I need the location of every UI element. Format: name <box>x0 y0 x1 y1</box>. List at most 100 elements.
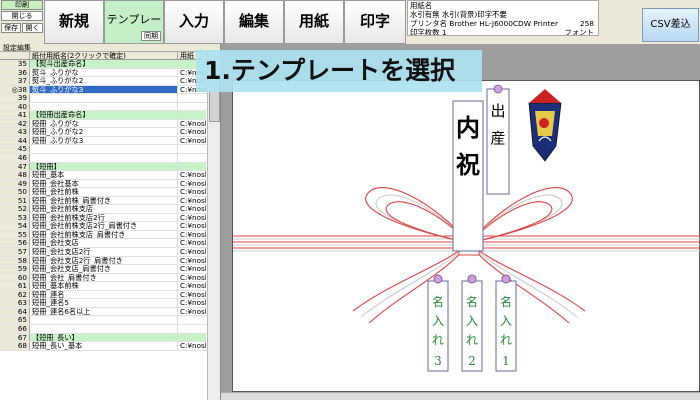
table-row[interactable]: 60短冊_会社_肩書付きC:¥nosl20 <box>0 273 220 283</box>
row-template-name[interactable]: 短冊_会社前株_肩書付き <box>30 196 178 205</box>
row-template-name[interactable]: 熨斗_ふりがな3 <box>30 85 178 94</box>
csv-merge-button[interactable]: CSV差込 <box>642 8 699 42</box>
mini-print-button[interactable]: 印刷 <box>1 0 43 10</box>
row-template-name[interactable] <box>30 316 178 324</box>
row-template-name[interactable]: 【短冊出産命名】 <box>30 111 178 119</box>
row-template-name[interactable]: 短冊_基本 <box>30 171 178 179</box>
horizontal-scrollbar[interactable] <box>221 392 700 400</box>
table-row[interactable]: 56短冊_会社支店C:¥nosl20 <box>0 239 220 249</box>
row-template-name[interactable]: 短冊_会社前株支店2行_肩書付き <box>30 222 178 230</box>
row-template-name[interactable] <box>30 102 178 111</box>
table-row[interactable]: 55短冊_会社前株支店_肩書付きC:¥nosl20 <box>0 230 220 240</box>
table-row[interactable]: 45 <box>0 145 220 155</box>
table-row[interactable]: 58短冊_会社支店2行_肩書付きC:¥nosl20 <box>0 256 220 266</box>
table-row[interactable]: 67 【短冊_長い】 <box>0 333 220 343</box>
row-template-name[interactable]: 短冊_基本前株 <box>30 282 178 290</box>
template-button[interactable]: テンプレート 同期 <box>104 0 164 64</box>
print-button[interactable]: 印字 <box>344 0 406 44</box>
name-tags: 名入れ 3 名入れ 2 名入れ 1 <box>427 274 517 372</box>
row-number: 62 <box>0 290 30 299</box>
row-template-name[interactable] <box>30 154 178 162</box>
row-template-name[interactable]: 【短冊_長い】 <box>30 333 178 342</box>
new-button[interactable]: 新規 <box>44 0 104 44</box>
row-number: 35 <box>0 59 30 68</box>
row-template-name[interactable]: 短冊_会社支店2行 <box>30 248 178 256</box>
table-row[interactable]: 37熨斗_ふりがな2C:¥nosl20 <box>0 77 220 86</box>
table-row[interactable]: 51短冊_会社前株_肩書付きC:¥nosl20 <box>0 196 220 206</box>
row-template-name[interactable] <box>30 324 178 333</box>
row-template-name[interactable]: 短冊_ふりがな2 <box>30 128 178 136</box>
row-template-name[interactable]: 短冊_会社支店 <box>30 239 178 248</box>
row-template-name[interactable]: 短冊_ふりがな3 <box>30 136 178 145</box>
row-template-name[interactable]: 短冊_会社基本 <box>30 179 178 188</box>
row-template-name[interactable] <box>30 94 178 102</box>
table-row[interactable]: 57短冊_会社支店2行C:¥nosl20 <box>0 247 220 257</box>
row-template-name[interactable]: 短冊_連名6名以上 <box>30 307 178 316</box>
grid-header-name[interactable]: 紙付用紙名(2クリックで確定) <box>30 52 178 59</box>
save-button[interactable]: 保存 <box>1 23 21 33</box>
table-row[interactable]: 62短冊_連名C:¥nosl20 <box>0 290 220 300</box>
table-row[interactable]: 41 【短冊出産命名】 <box>0 111 220 120</box>
table-row[interactable]: ◎38熨斗_ふりがな3C:¥nosl20 <box>0 85 220 95</box>
table-row[interactable]: 48短冊_基本C:¥nosl20 <box>0 171 220 180</box>
table-row[interactable]: 59短冊_会社支店_肩書付きC:¥nosl20 <box>0 265 220 274</box>
row-template-name[interactable]: 短冊_会社支店2行_肩書付き <box>30 256 178 265</box>
table-row[interactable]: 47 【短冊】 <box>0 162 220 172</box>
name-tag-pin-icon <box>467 274 477 284</box>
row-template-name[interactable]: 熨斗_ふりがな <box>30 68 178 77</box>
paper-button[interactable]: 用紙 <box>284 0 344 44</box>
table-row[interactable]: 63短冊_連名5C:¥nosl20 <box>0 299 220 308</box>
settings-edit-tab[interactable]: 設定編集 <box>0 44 220 52</box>
row-template-name[interactable]: 短冊_長い_基本 <box>30 342 178 350</box>
table-row[interactable]: 53短冊_会社前株支店2行C:¥nosl20 <box>0 213 220 223</box>
row-template-name[interactable]: 【短冊】 <box>30 162 178 171</box>
row-template-name[interactable]: 熨斗_ふりがな2 <box>30 77 178 85</box>
open-button[interactable]: 開く <box>22 23 43 33</box>
table-row[interactable]: 49短冊_会社基本C:¥nosl20 <box>0 179 220 189</box>
mizuhiki-line: 水引有無 水引(背景)印字不要 <box>410 10 507 19</box>
table-row[interactable]: 44短冊_ふりがな3C:¥nosl20 <box>0 136 220 146</box>
input-button[interactable]: 入力 <box>164 0 224 44</box>
table-row[interactable]: 46 <box>0 153 220 163</box>
name-tag-number: 2 <box>468 354 476 368</box>
row-number: 36 <box>0 68 30 77</box>
vertical-scrollbar[interactable] <box>207 60 220 400</box>
close-button[interactable]: 開じる <box>1 11 43 21</box>
row-template-name[interactable]: 短冊_会社前株支店2行 <box>30 213 178 222</box>
table-row[interactable]: 39 <box>0 94 220 103</box>
table-row[interactable]: 66 <box>0 324 220 334</box>
row-file-path: C:¥nosl20 <box>180 299 206 307</box>
table-row[interactable]: 42短冊_ふりがなC:¥nosl20 <box>0 119 220 129</box>
row-number: 53 <box>0 213 30 222</box>
name-tag-char: れ <box>432 333 444 347</box>
row-template-name[interactable]: 短冊_連名5 <box>30 299 178 307</box>
paper-name-line: 用紙名 <box>410 1 433 10</box>
table-row[interactable]: 50短冊_会社前株C:¥nosl20 <box>0 188 220 197</box>
row-template-name[interactable]: 短冊_会社_肩書付き <box>30 273 178 282</box>
row-template-name[interactable]: 短冊_ふりがな <box>30 119 178 128</box>
table-row[interactable]: 36熨斗_ふりがなC:¥nosl20 <box>0 68 220 78</box>
edit-button[interactable]: 編集 <box>224 0 284 44</box>
sync-tag[interactable]: 同期 <box>141 31 161 41</box>
row-file-path <box>178 111 206 119</box>
table-row[interactable]: 40 <box>0 102 220 112</box>
row-file-path <box>178 94 206 102</box>
row-number: 44 <box>0 136 30 145</box>
row-template-name[interactable]: 短冊_会社前株 <box>30 188 178 196</box>
table-row[interactable]: 65 <box>0 316 220 325</box>
table-row[interactable]: 61短冊_基本前株C:¥nosl20 <box>0 282 220 291</box>
table-row[interactable]: 68短冊_長い_基本C:¥nosl20 <box>0 342 220 351</box>
table-row[interactable]: 43短冊_ふりがな2C:¥nosl20 <box>0 128 220 137</box>
table-row[interactable]: 52短冊_会社前株支店C:¥nosl20 <box>0 205 220 214</box>
table-row[interactable]: 64短冊_連名6名以上C:¥nosl20 <box>0 307 220 317</box>
row-template-name[interactable]: 短冊_会社前株支店_肩書付き <box>30 230 178 239</box>
table-row[interactable]: 35 【熨斗出産命名】 <box>0 59 220 69</box>
row-template-name[interactable]: 【熨斗出産命名】 <box>30 60 178 68</box>
row-template-name[interactable]: 短冊_会社前株支店 <box>30 205 178 213</box>
row-template-name[interactable]: 短冊_会社支店_肩書付き <box>30 265 178 273</box>
row-template-name[interactable] <box>30 145 178 154</box>
table-row[interactable]: 54短冊_会社前株支店2行_肩書付きC:¥nosl20 <box>0 222 220 231</box>
row-template-name[interactable]: 短冊_連名 <box>30 290 178 299</box>
row-number: 39 <box>0 94 30 102</box>
row-number: ◎38 <box>0 85 30 94</box>
